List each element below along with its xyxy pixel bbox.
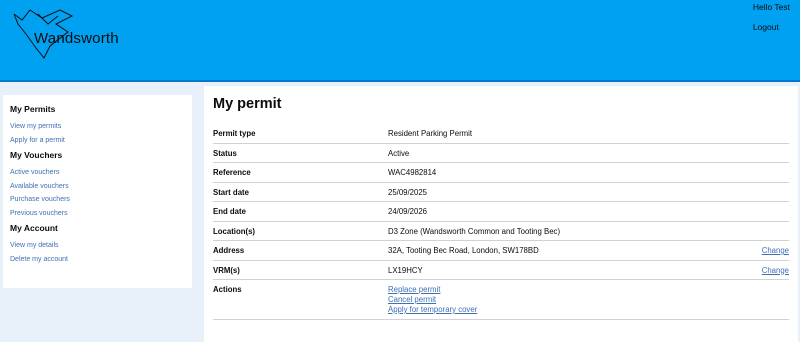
row-value: LX19HCY bbox=[388, 265, 423, 275]
row-value: 25/09/2025 bbox=[388, 187, 428, 197]
sidebar-heading: My Account bbox=[10, 223, 58, 233]
row-value: Active bbox=[388, 148, 410, 158]
change-vrm-link[interactable]: Change bbox=[749, 266, 789, 275]
row-value: 24/09/2026 bbox=[388, 207, 428, 216]
summary-row-start-date: Start date 25/09/2025 bbox=[213, 183, 789, 202]
sidebar-link-delete-account[interactable]: Delete my account bbox=[10, 256, 185, 263]
replace-permit-link[interactable]: Replace permit bbox=[388, 285, 789, 294]
sidebar-group-vouchers: My Vouchers Active vouchers Available vo… bbox=[10, 150, 185, 217]
change-address-link[interactable]: Change bbox=[749, 246, 789, 255]
page-title: My permit bbox=[213, 96, 282, 112]
main-panel: My permit Permit type Resident Parking P… bbox=[204, 86, 798, 342]
sidebar: My Permits View my permits Apply for a p… bbox=[3, 95, 192, 288]
row-value: 32A, Tooting Bec Road, London, SW178BD bbox=[388, 246, 539, 255]
summary-row-reference: Reference WAC4982814 bbox=[213, 163, 789, 183]
summary-row-permit-type: Permit type Resident Parking Permit bbox=[213, 124, 789, 144]
row-key: End date bbox=[213, 207, 246, 216]
sidebar-heading: My Permits bbox=[10, 104, 56, 114]
user-greeting: Hello Test bbox=[752, 2, 790, 12]
summary-row-end-date: End date 24/09/2026 bbox=[213, 202, 789, 222]
cancel-permit-link[interactable]: Cancel permit bbox=[388, 295, 789, 304]
logo-text: Wandsworth bbox=[34, 30, 119, 47]
row-key: Location(s) bbox=[213, 226, 256, 236]
sidebar-group-account: My Account View my details Delete my acc… bbox=[10, 223, 185, 263]
row-key: Start date bbox=[213, 187, 249, 197]
sidebar-heading: My Vouchers bbox=[10, 150, 63, 160]
summary-row-locations: Location(s) D3 Zone (Wandsworth Common a… bbox=[213, 222, 789, 241]
row-value: D3 Zone (Wandsworth Common and Tooting B… bbox=[388, 226, 561, 236]
summary-row-status: Status Active bbox=[213, 144, 789, 163]
sidebar-link-view-permits[interactable]: View my permits bbox=[10, 123, 185, 130]
actions-list: Replace permit Cancel permit Apply for t… bbox=[388, 285, 789, 315]
sidebar-link-previous-vouchers[interactable]: Previous vouchers bbox=[10, 210, 185, 217]
row-value: WAC4982814 bbox=[388, 168, 437, 177]
logout-link[interactable]: Logout bbox=[753, 22, 790, 32]
row-value: Resident Parking Permit bbox=[388, 129, 473, 138]
apply-temporary-cover-link[interactable]: Apply for temporary cover bbox=[388, 305, 789, 314]
summary-row-address: Address 32A, Tooting Bec Road, London, S… bbox=[213, 241, 789, 261]
sidebar-link-view-details[interactable]: View my details bbox=[10, 242, 185, 249]
row-key: Actions bbox=[213, 285, 242, 294]
row-key: Reference bbox=[213, 168, 251, 177]
sidebar-group-permits: My Permits View my permits Apply for a p… bbox=[10, 104, 185, 144]
wandsworth-logo[interactable]: Wandsworth bbox=[12, 6, 122, 66]
row-key: VRM(s) bbox=[213, 265, 240, 275]
sidebar-link-apply-permit[interactable]: Apply for a permit bbox=[10, 137, 185, 144]
sidebar-link-purchase-vouchers[interactable]: Purchase vouchers bbox=[10, 196, 185, 203]
site-header: Wandsworth Hello Test Logout bbox=[0, 0, 800, 82]
user-area: Hello Test Logout bbox=[753, 2, 790, 32]
row-key: Status bbox=[213, 148, 237, 158]
summary-row-actions: Actions Replace permit Cancel permit App… bbox=[213, 280, 789, 320]
row-key: Permit type bbox=[213, 129, 256, 138]
sidebar-link-available-vouchers[interactable]: Available vouchers bbox=[10, 183, 185, 190]
sidebar-link-active-vouchers[interactable]: Active vouchers bbox=[10, 169, 185, 176]
row-key: Address bbox=[213, 246, 245, 255]
summary-row-vrm: VRM(s) LX19HCY Change bbox=[213, 261, 789, 280]
